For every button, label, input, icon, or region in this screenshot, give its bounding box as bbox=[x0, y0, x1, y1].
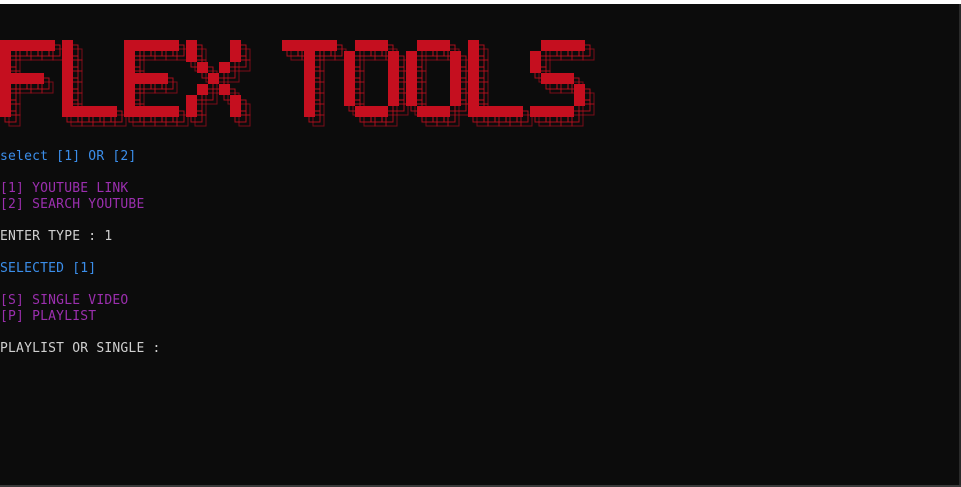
banner-letter-s bbox=[530, 40, 595, 127]
option-youtube-link: [1] YOUTUBE LINK bbox=[0, 181, 129, 196]
banner-letter-l bbox=[62, 40, 127, 127]
option-single-video: [S] SINGLE VIDEO bbox=[0, 293, 129, 308]
option-search-youtube: [2] SEARCH YOUTUBE bbox=[0, 197, 145, 212]
enter-type-line: ENTER TYPE : 1 bbox=[0, 229, 113, 244]
option-playlist: [P] PLAYLIST bbox=[0, 309, 97, 324]
select-prompt-line: select [1] OR [2] bbox=[0, 149, 137, 164]
banner-letter-o bbox=[344, 40, 409, 127]
banner-letter-e bbox=[124, 40, 189, 127]
banner-art bbox=[0, 40, 595, 127]
terminal-console[interactable]: select [1] OR [2] [1] YOUTUBE LINK [2] S… bbox=[0, 4, 961, 485]
ascii-banner bbox=[0, 36, 640, 132]
banner-letter-l bbox=[468, 40, 533, 127]
selected-line: SELECTED [1] bbox=[0, 261, 97, 276]
banner-letter-f bbox=[0, 40, 65, 127]
banner-letter-o bbox=[406, 40, 471, 127]
banner-letter-t bbox=[282, 40, 347, 127]
playlist-or-single-prompt[interactable]: PLAYLIST OR SINGLE : bbox=[0, 341, 161, 357]
banner-letter-x bbox=[186, 40, 251, 127]
